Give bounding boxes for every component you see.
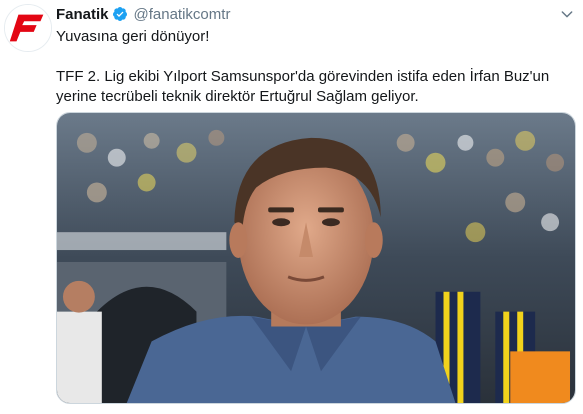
- tweet-header: Fanatik @fanatikcomtr: [56, 5, 230, 23]
- tweet-text-line-2: TFF 2. Lig ekibi Yılport Samsunspor'da g…: [56, 68, 550, 105]
- chevron-down-icon[interactable]: [559, 6, 575, 22]
- account-handle[interactable]: @fanatikcomtr: [134, 6, 231, 23]
- verified-badge-icon: [112, 6, 128, 22]
- tweet-card[interactable]: Fanatik @fanatikcomtr Yuvasına geri dönü…: [0, 0, 583, 414]
- tweet-photo[interactable]: [56, 112, 576, 404]
- tweet-text: Yuvasına geri dönüyor! TFF 2. Lig ekibi …: [56, 27, 576, 107]
- tweet-text-line-1: Yuvasına geri dönüyor!: [56, 28, 210, 45]
- fanatik-logo-icon: [5, 5, 51, 51]
- avatar[interactable]: [4, 4, 52, 52]
- photo-image-icon: [57, 113, 575, 403]
- display-name[interactable]: Fanatik: [56, 6, 109, 23]
